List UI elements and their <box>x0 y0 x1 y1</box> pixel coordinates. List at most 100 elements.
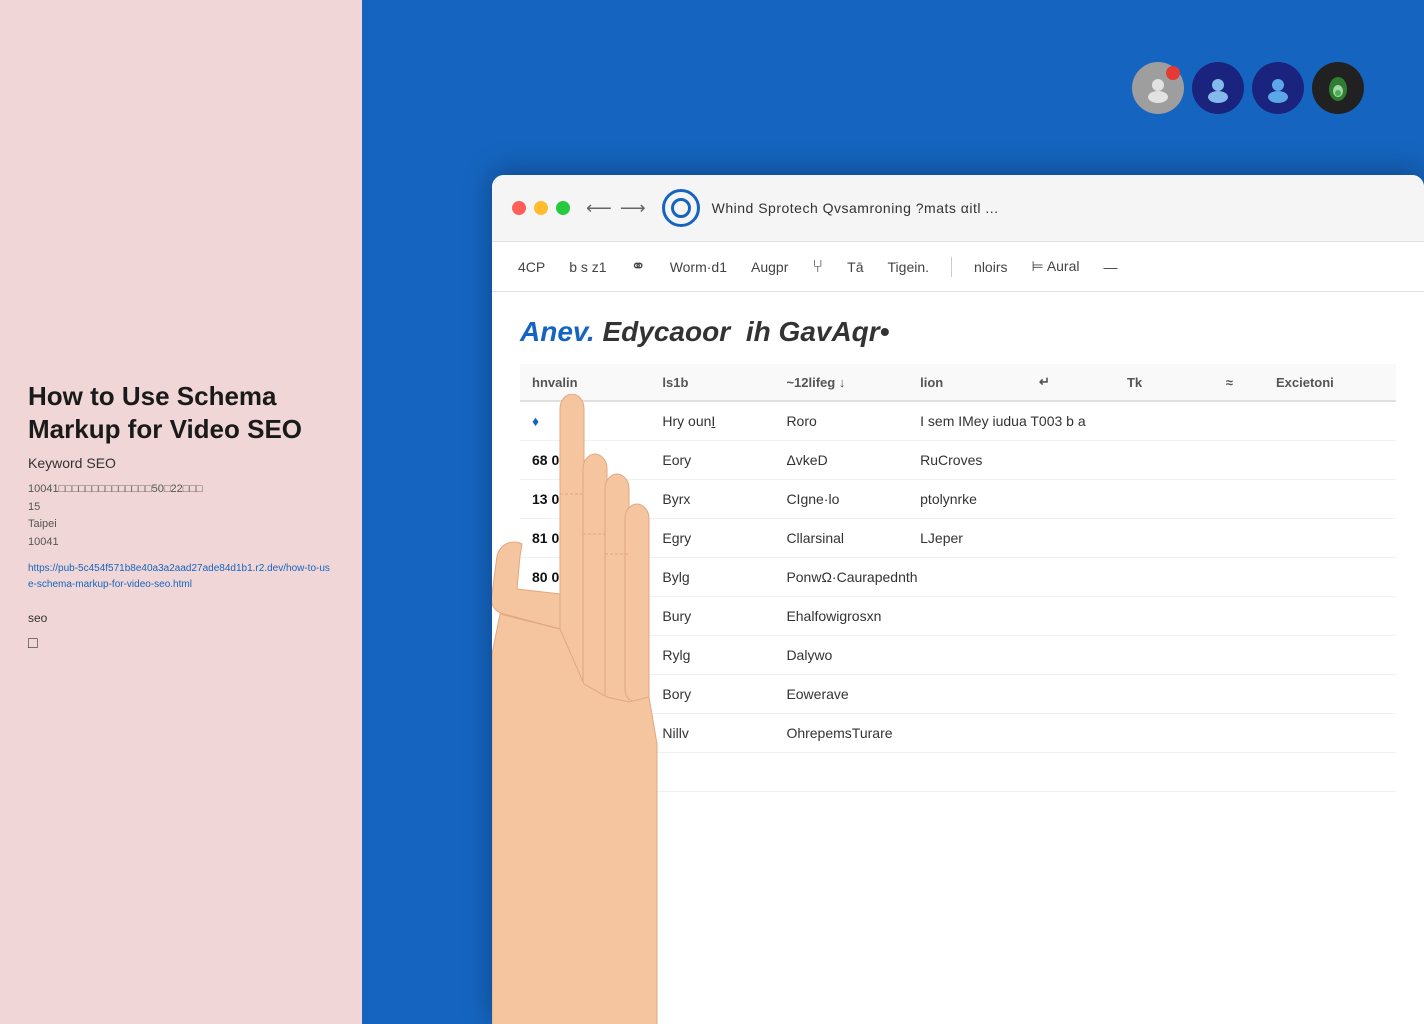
row1-col2: Eory <box>650 441 774 480</box>
content-title-blue: Anev. Edycaoor <box>520 316 730 347</box>
row8-col1: S0 00k· <box>520 714 650 753</box>
row5-col3: Ehalfowigrosxn <box>774 597 1396 636</box>
table-row: 8E 00k· <box>520 753 1396 792</box>
subheader-col7 <box>1264 401 1396 441</box>
browser-window: ⟵ ⟶ Whind Sprotech Qvsamroning ?mats αit… <box>492 175 1424 1024</box>
row8-col3: OhrepemsTurare <box>774 714 1396 753</box>
content-title: Anev. Edycaoor ih GavAqr• <box>520 316 1396 348</box>
row7-col3: Eowerave <box>774 675 1396 714</box>
row3-col3: Cllarsinal <box>774 519 908 558</box>
subheader-col4: I sem IMey iudua T003 b a <box>908 401 1214 441</box>
table-row: S0 00k· Nillv OhrepemsTurare <box>520 714 1396 753</box>
sidebar-url[interactable]: https://pub-5c454f571b8e40a3a2aad27ade84… <box>28 561 334 593</box>
subheader-col3: Roro <box>774 401 908 441</box>
toolbar-item-nloirs[interactable]: nloirs <box>972 255 1009 279</box>
icon-circle-1[interactable] <box>1132 62 1184 114</box>
col-header-3: ~12lifeg ↓ <box>774 364 908 401</box>
traffic-light-red[interactable] <box>512 201 526 215</box>
toolbar-item-1[interactable]: 4CP <box>516 255 547 279</box>
row6-col1: 17 00k· <box>520 636 650 675</box>
top-icons <box>1132 62 1364 114</box>
browser-chrome: ⟵ ⟶ Whind Sprotech Qvsamroning ?mats αit… <box>492 175 1424 242</box>
toolbar-item-dash: — <box>1102 255 1120 279</box>
col-header-7: ≈ <box>1214 364 1264 401</box>
top-bar <box>362 0 1424 175</box>
icon-circle-4[interactable] <box>1312 62 1364 114</box>
browser-content: Anev. Edycaoor ih GavAqr• hnvalin ls1b ~… <box>492 292 1424 816</box>
row8-col2: Nillv <box>650 714 774 753</box>
table-row: 68 00k· Eory ΔvkeD RuCroves <box>520 441 1396 480</box>
data-table: hnvalin ls1b ~12lifeg ↓ lion ↵ Tk ≈ Exci… <box>520 364 1396 792</box>
col-header-5: ↵ <box>1027 364 1115 401</box>
row6-col3: Dalywo <box>774 636 1396 675</box>
row6-col2: Rylg <box>650 636 774 675</box>
row2-col1: 13 00k→ <box>520 480 650 519</box>
traffic-light-yellow[interactable] <box>534 201 548 215</box>
table-subheader: ♦ Hry ounI Roro I sem IMey iudua T003 b … <box>520 401 1396 441</box>
row4-col3: PonwΩ·Caurapednth <box>774 558 1396 597</box>
address-bar[interactable]: Whind Sprotech Qvsamroning ?mats αitl ..… <box>662 189 1404 227</box>
sidebar-title: How to Use Schema Markup for Video SEO <box>28 380 334 445</box>
forward-icon[interactable]: ⟶ <box>620 198 646 219</box>
table-header: hnvalin ls1b ~12lifeg ↓ lion ↵ Tk ≈ Exci… <box>520 364 1396 401</box>
row3-col4: LJeper <box>908 519 1396 558</box>
sidebar-meta: 10041□□□□□□□□□□□□□□50□22□□□ 15 Taipei 10… <box>28 481 334 551</box>
toolbar-separator <box>951 257 952 277</box>
subheader-col2: Hry ounI <box>650 401 774 441</box>
toolbar-item-fork: ⑂ <box>810 252 825 281</box>
row7-col1: 32 00k· <box>520 675 650 714</box>
row1-col1: 68 00k· <box>520 441 650 480</box>
nav-buttons: ⟵ ⟶ <box>586 198 646 219</box>
browser-toolbar: 4CP b s z1 ⚭ Worm·d1 Augpr ⑂ Tā Tigein. … <box>492 242 1424 292</box>
col-header-4: lion <box>908 364 1027 401</box>
row2-col3: CIgne·lo <box>774 480 908 519</box>
col-header-2: ls1b <box>650 364 774 401</box>
traffic-lights <box>512 201 570 215</box>
toolbar-item-worm[interactable]: Worm·d1 <box>668 255 729 279</box>
row7-col2: Bory <box>650 675 774 714</box>
sidebar: How to Use Schema Markup for Video SEO K… <box>0 0 362 1024</box>
row2-col4: ptolynrke <box>908 480 1396 519</box>
icon-circle-2[interactable] <box>1192 62 1244 114</box>
row9-col1: 8E 00k· <box>520 753 650 792</box>
sidebar-subtitle: Keyword SEO <box>28 455 334 471</box>
back-icon[interactable]: ⟵ <box>586 198 612 219</box>
table-row: 80 00k· Bylg PonwΩ·Caurapednth <box>520 558 1396 597</box>
table-row: 81 00k· Egry Cllarsinal LJeper <box>520 519 1396 558</box>
row9-col2 <box>650 753 1396 792</box>
table-body: ♦ Hry ounI Roro I sem IMey iudua T003 b … <box>520 401 1396 792</box>
notification-badge <box>1166 66 1180 80</box>
row3-col2: Egry <box>650 519 774 558</box>
toolbar-item-augpr[interactable]: Augpr <box>749 255 790 279</box>
subheader-col6 <box>1214 401 1264 441</box>
row1-col3: ΔvkeD <box>774 441 908 480</box>
row1-col4: RuCroves <box>908 441 1396 480</box>
row4-col2: Bylg <box>650 558 774 597</box>
toolbar-item-aural[interactable]: ⊨ Aural <box>1030 254 1082 279</box>
main-area: ⟵ ⟶ Whind Sprotech Qvsamroning ?mats αit… <box>362 0 1424 1024</box>
table-row: 32 00k· Bory Eowerave <box>520 675 1396 714</box>
col-header-8: Excietoni <box>1264 364 1396 401</box>
table-row: 17 00k· Rylg Dalywo <box>520 636 1396 675</box>
toolbar-item-2[interactable]: b s z1 <box>567 255 608 279</box>
row5-col1: 82 00k· <box>520 597 650 636</box>
browser-loading-icon <box>662 189 700 227</box>
table-row: 13 00k→ Byrx CIgne·lo ptolynrke <box>520 480 1396 519</box>
col-header-6: Tk <box>1115 364 1214 401</box>
traffic-light-green[interactable] <box>556 201 570 215</box>
subheader-diamond: ♦ <box>520 401 650 441</box>
icon-circle-3[interactable] <box>1252 62 1304 114</box>
toolbar-item-tigein[interactable]: Tigein. <box>886 255 932 279</box>
toolbar-item-ta[interactable]: Tā <box>845 255 865 279</box>
row5-col2: Bury <box>650 597 774 636</box>
row3-col1: 81 00k· <box>520 519 650 558</box>
table-row: 82 00k· Bury Ehalfowigrosxn <box>520 597 1396 636</box>
toolbar-link-icon[interactable]: ⚭ <box>629 252 648 281</box>
row4-col1: 80 00k· <box>520 558 650 597</box>
row2-col2: Byrx <box>650 480 774 519</box>
sidebar-tag: seo <box>28 611 334 625</box>
col-header-1: hnvalin <box>520 364 650 401</box>
sidebar-copy-icon: □ <box>28 635 334 653</box>
content-title-dark: ih GavAqr• <box>746 316 890 347</box>
address-text: Whind Sprotech Qvsamroning ?mats αitl ..… <box>712 200 999 216</box>
